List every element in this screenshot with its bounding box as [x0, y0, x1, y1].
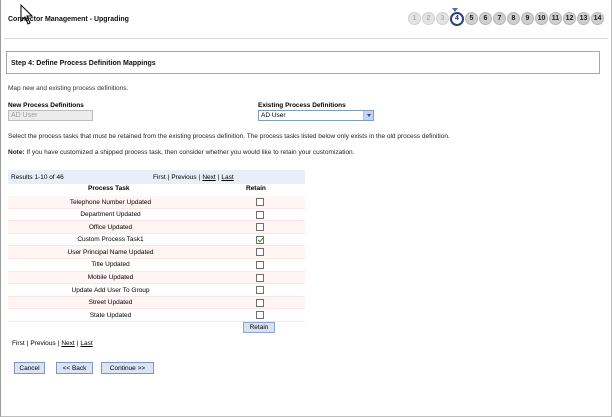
- step-title: Step 4: Define Process Definition Mappin…: [11, 60, 156, 67]
- results-panel: Results 1-10 of 46 First | Previous | Next | L…: [8, 170, 305, 333]
- instructions-text: Select the process tasks that must be re…: [8, 133, 450, 140]
- pager-next-link[interactable]: Next: [61, 340, 74, 347]
- note-body: If you have customized a shipped process…: [24, 149, 355, 156]
- task-name: Custom Process Task1: [77, 236, 144, 244]
- table-header: Process Task Retain: [8, 185, 305, 194]
- step-14: 14: [591, 12, 604, 25]
- app-title: Connector Management - Upgrading: [8, 16, 129, 23]
- task-name: Telephone Number Updated: [69, 198, 152, 206]
- table-row: Title Updated: [8, 258, 305, 272]
- step-indicator: 1 2 3 4 5 6 7 8 9 10 11 12 13 14: [408, 11, 604, 26]
- step-2: 2: [422, 12, 435, 25]
- pager-last-link[interactable]: Last: [80, 340, 92, 347]
- pager-bottom: First | Previous | Next | Last: [12, 340, 93, 347]
- note-label: Note:: [8, 149, 25, 156]
- step-11: 11: [549, 12, 562, 25]
- retain-checkbox[interactable]: [256, 223, 264, 232]
- pager-next-link[interactable]: Next: [202, 174, 215, 181]
- column-header-process-task: Process Task: [88, 185, 130, 192]
- cancel-button[interactable]: Cancel: [14, 362, 45, 374]
- task-name: Street Updated: [88, 299, 133, 307]
- task-table: Telephone Number Updated Department Upda…: [8, 196, 305, 322]
- retain-checkbox[interactable]: [256, 198, 264, 206]
- pager-previous: Previous: [30, 340, 56, 347]
- step-5: 5: [465, 12, 478, 25]
- pager-previous: Previous: [171, 174, 197, 181]
- table-row: Mobile Updated: [8, 271, 305, 285]
- table-row: Department Updated: [8, 208, 305, 222]
- step-3: 3: [436, 12, 449, 25]
- results-count: Results 1-10 of 46: [11, 174, 64, 181]
- task-name: State Updated: [89, 311, 132, 319]
- step-10: 10: [535, 12, 548, 25]
- task-name: Mobile Updated: [87, 274, 134, 282]
- step-8: 8: [507, 12, 520, 25]
- dropdown-arrow-icon[interactable]: [363, 111, 373, 120]
- step-13: 13: [577, 12, 590, 25]
- retain-checkbox-checked[interactable]: [256, 235, 264, 244]
- retain-checkbox[interactable]: [256, 311, 264, 320]
- continue-button[interactable]: Continue >>: [101, 362, 154, 374]
- existing-definition-select[interactable]: AD User: [258, 110, 374, 121]
- header-divider: [4, 38, 608, 39]
- retain-checkbox[interactable]: [256, 260, 264, 269]
- intro-text: Map new and existing process definitions…: [8, 85, 129, 92]
- table-row: Office Updated: [8, 221, 305, 234]
- table-row: Telephone Number Updated: [8, 196, 305, 209]
- back-button[interactable]: << Back: [56, 362, 93, 374]
- task-name: Office Updated: [88, 223, 133, 231]
- step-9: 9: [521, 12, 534, 25]
- retain-checkbox[interactable]: [256, 210, 264, 219]
- table-row: State Updated: [8, 309, 305, 322]
- pager-top: First | Previous | Next | Last: [153, 174, 234, 181]
- task-name: Title Updated: [91, 261, 130, 269]
- column-header-retain: Retain: [246, 185, 266, 192]
- existing-definition-value: AD User: [261, 112, 286, 119]
- retain-checkbox[interactable]: [256, 248, 264, 257]
- step-6: 6: [479, 12, 492, 25]
- results-header: Results 1-10 of 46 First | Previous | Next | L…: [8, 170, 305, 184]
- note-text: Note: If you have customized a shipped p…: [8, 149, 354, 156]
- pager-first: First: [153, 174, 166, 181]
- table-row: Custom Process Task1: [8, 233, 305, 247]
- task-name: Department Updated: [80, 211, 141, 219]
- new-definition-field: AD User: [8, 110, 93, 121]
- new-definitions-label: New Process Definitions: [8, 102, 84, 109]
- retain-button[interactable]: Retain: [243, 322, 275, 333]
- retain-checkbox[interactable]: [256, 286, 264, 295]
- retain-checkbox[interactable]: [256, 298, 264, 307]
- existing-definitions-label: Existing Process Definitions: [258, 102, 346, 109]
- pager-last-link[interactable]: Last: [221, 174, 233, 181]
- step-1: 1: [408, 12, 421, 25]
- task-name: Update Add User To Group: [71, 286, 150, 294]
- retain-checkbox[interactable]: [256, 273, 264, 282]
- step-12: 12: [563, 12, 576, 25]
- step-header-box: Step 4: Define Process Definition Mappin…: [6, 51, 600, 74]
- step-4-current: 4: [450, 11, 464, 26]
- table-row: Street Updated: [8, 296, 305, 310]
- task-name: User Principal Name Updated: [67, 248, 154, 256]
- pager-first: First: [12, 340, 25, 347]
- table-row: Update Add User To Group: [8, 284, 305, 297]
- table-row: User Principal Name Updated: [8, 246, 305, 259]
- step-7: 7: [493, 12, 506, 25]
